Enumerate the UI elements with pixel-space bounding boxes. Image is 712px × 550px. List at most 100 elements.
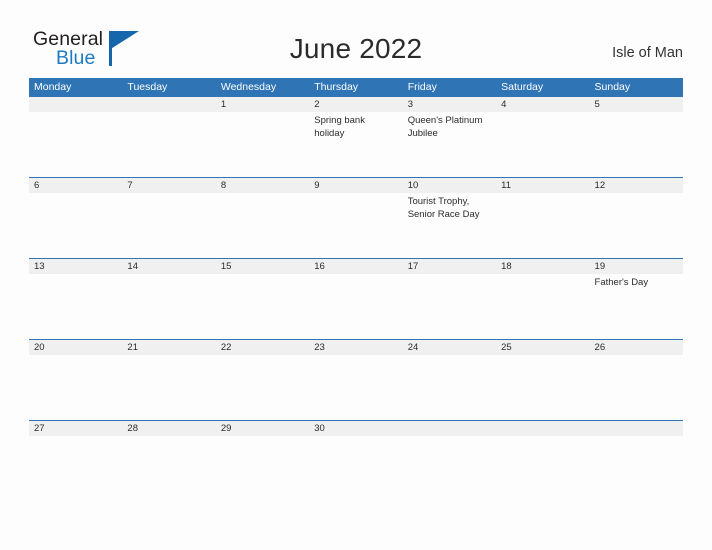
calendar-day-cell[interactable]: 29 [215, 421, 310, 451]
day-number: 28 [122, 421, 216, 436]
calendar-day-cell[interactable] [122, 97, 216, 177]
calendar-day-cell[interactable]: 30 [309, 421, 403, 451]
weekday-header-wednesday: Wednesday [220, 81, 277, 93]
day-events [309, 436, 402, 439]
calendar-day-cell[interactable]: 17 [402, 259, 497, 339]
calendar-day-cell[interactable]: 13 [29, 259, 123, 339]
weekday-header-monday: Monday [34, 81, 72, 93]
calendar-day-cell[interactable]: 26 [589, 340, 683, 420]
day-events [122, 112, 215, 115]
day-number: 10 [402, 178, 497, 193]
day-number [122, 97, 216, 112]
day-number: 5 [589, 97, 683, 112]
calendar-day-cell[interactable]: 3 Queen's Platinum Jubilee [402, 97, 497, 177]
page-title: June 2022 [289, 33, 423, 64]
day-events [590, 193, 683, 196]
calendar-day-cell[interactable]: 6 [29, 178, 123, 258]
calendar-week-inner: 27 28 29 30 [29, 421, 683, 451]
calendar-week-inner: 6 7 8 9 10 Tourist Trophy, Senior Race Day 11 1… [29, 178, 683, 258]
day-events [29, 355, 122, 358]
day-number: 1 [215, 97, 310, 112]
day-events [309, 355, 402, 358]
day-events [216, 112, 309, 115]
calendar-grid: Monday Tuesday Wednesday Thursday Friday… [29, 78, 683, 451]
day-number: 8 [215, 178, 310, 193]
day-events: Tourist Trophy, Senior Race Day [403, 193, 496, 221]
calendar-day-cell[interactable]: 24 [402, 340, 497, 420]
event-label: Father's Day [594, 277, 649, 288]
day-number: 22 [215, 340, 310, 355]
calendar-day-cell[interactable] [589, 421, 683, 451]
calendar-day-cell[interactable]: 16 [309, 259, 403, 339]
calendar-day-cell[interactable]: 2 Spring bank holiday [309, 97, 403, 177]
day-events [403, 436, 496, 439]
day-number: 7 [122, 178, 216, 193]
calendar-day-cell[interactable]: 5 [589, 97, 683, 177]
calendar-day-cell[interactable]: 15 [215, 259, 310, 339]
day-events [496, 112, 589, 115]
calendar-day-cell[interactable] [402, 421, 497, 451]
day-events [309, 193, 402, 196]
day-number: 4 [496, 97, 590, 112]
calendar-week-row: 13 14 15 16 17 18 19 Father's Day [29, 258, 683, 339]
calendar-day-cell[interactable]: 14 [122, 259, 216, 339]
calendar-weeks: 1 2 Spring bank holiday 3 Queen's Platinum J… [29, 97, 683, 451]
day-number: 14 [122, 259, 216, 274]
day-number: 18 [496, 259, 590, 274]
weekday-header-thursday: Thursday [314, 81, 359, 93]
calendar-day-cell[interactable]: 18 [496, 259, 590, 339]
day-events [122, 355, 215, 358]
calendar-day-cell[interactable]: 1 [215, 97, 310, 177]
day-events [216, 355, 309, 358]
day-events [590, 436, 683, 439]
day-events [496, 355, 589, 358]
day-events [403, 355, 496, 358]
day-events: Father's Day [590, 274, 683, 290]
event-label: Spring bank holiday [314, 115, 365, 139]
day-events [216, 436, 309, 439]
calendar-day-cell[interactable]: 20 [29, 340, 123, 420]
calendar-day-cell[interactable]: 10 Tourist Trophy, Senior Race Day [402, 178, 497, 258]
day-number: 16 [309, 259, 403, 274]
calendar-day-cell[interactable]: 23 [309, 340, 403, 420]
calendar-day-cell[interactable] [29, 97, 123, 177]
calendar-week-inner: 1 2 Spring bank holiday 3 Queen's Platinum J… [29, 97, 683, 177]
day-events [122, 193, 215, 196]
day-number [29, 97, 123, 112]
day-events [29, 193, 122, 196]
weekday-header-sunday: Sunday [594, 81, 631, 93]
weekday-header-saturday: Saturday [501, 81, 544, 93]
day-number: 20 [29, 340, 123, 355]
calendar-day-cell[interactable]: 12 [589, 178, 683, 258]
day-number: 30 [309, 421, 403, 436]
day-number: 29 [215, 421, 310, 436]
calendar-day-cell[interactable]: 8 [215, 178, 310, 258]
calendar-week-row: 1 2 Spring bank holiday 3 Queen's Platinum J… [29, 97, 683, 177]
day-number: 19 [589, 259, 683, 274]
calendar-week-row: 27 28 29 30 [29, 420, 683, 451]
calendar-day-cell[interactable]: 28 [122, 421, 216, 451]
page-header: General Blue June 2022 Isle of Man [0, 0, 712, 76]
calendar-week-row: 6 7 8 9 10 Tourist Trophy, Senior Race Day 11 1… [29, 177, 683, 258]
calendar-day-cell[interactable]: 4 [496, 97, 590, 177]
day-events [496, 193, 589, 196]
calendar-day-cell[interactable]: 25 [496, 340, 590, 420]
calendar-day-cell[interactable]: 7 [122, 178, 216, 258]
day-events [29, 436, 122, 439]
day-events [590, 355, 683, 358]
day-number: 11 [496, 178, 590, 193]
calendar-week-inner: 20 21 22 23 24 25 26 [29, 340, 683, 420]
calendar-day-cell[interactable]: 11 [496, 178, 590, 258]
calendar-day-cell[interactable]: 19 Father's Day [589, 259, 683, 339]
day-events [216, 193, 309, 196]
calendar-day-cell[interactable] [496, 421, 590, 451]
calendar-day-cell[interactable]: 22 [215, 340, 310, 420]
weekday-header-friday: Friday [407, 81, 437, 93]
calendar-day-cell[interactable]: 21 [122, 340, 216, 420]
day-number: 15 [215, 259, 310, 274]
calendar-day-cell[interactable]: 9 [309, 178, 403, 258]
calendar-day-cell[interactable]: 27 [29, 421, 123, 451]
day-events [216, 274, 309, 277]
day-number: 25 [496, 340, 590, 355]
calendar-week-row: 20 21 22 23 24 25 26 [29, 339, 683, 420]
